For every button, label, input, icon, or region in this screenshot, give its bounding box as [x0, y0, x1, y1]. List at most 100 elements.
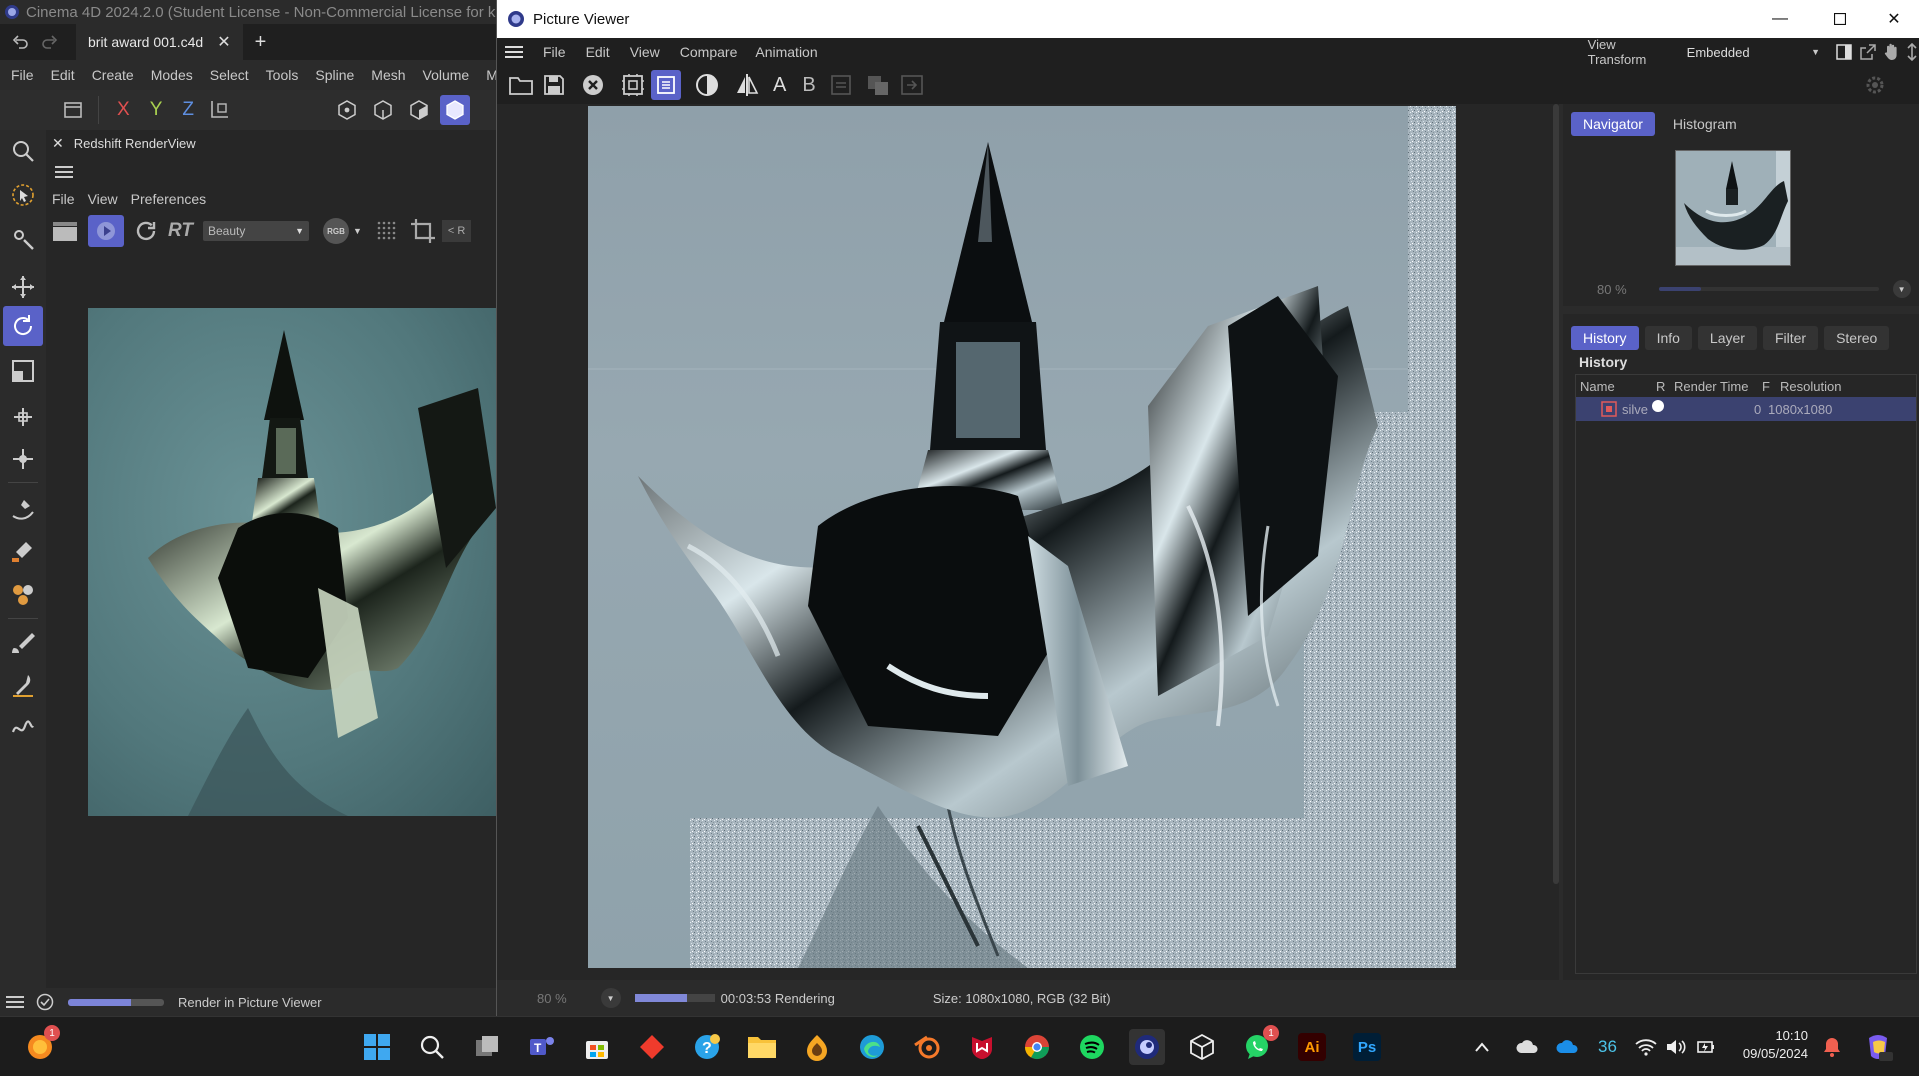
menu-mesh[interactable]: Mesh [371, 67, 405, 83]
anydesk-app-icon[interactable] [634, 1029, 670, 1065]
render-start-icon[interactable] [88, 215, 124, 247]
cloner-tool-icon[interactable] [6, 578, 40, 612]
menu-tools[interactable]: Tools [266, 67, 299, 83]
tab-info[interactable]: Info [1644, 326, 1692, 350]
pv-menu-animation[interactable]: Animation [755, 44, 817, 60]
pv-menu-edit[interactable]: Edit [586, 44, 610, 60]
menu-select[interactable]: Select [210, 67, 249, 83]
sketch-tool-icon[interactable] [6, 534, 40, 568]
photoshop-app-icon[interactable]: Ps [1349, 1029, 1385, 1065]
settings-tool-icon[interactable] [6, 222, 40, 256]
rs-menu-file[interactable]: File [52, 191, 75, 207]
menu-spline[interactable]: Spline [315, 67, 354, 83]
axis-x-button[interactable]: X [117, 99, 130, 121]
mcafee-app-icon[interactable] [964, 1029, 1000, 1065]
menu-create[interactable]: Create [92, 67, 134, 83]
canvas-scrollbar[interactable] [1553, 104, 1559, 884]
render-region-icon[interactable] [621, 73, 645, 97]
layout-icon[interactable] [62, 99, 84, 121]
rt-button[interactable]: RT [168, 220, 193, 242]
external-window-icon[interactable] [1860, 44, 1876, 60]
volume-icon[interactable] [1662, 1029, 1690, 1065]
firefox-app-icon[interactable]: 1 [22, 1025, 60, 1065]
clapperboard-icon[interactable] [50, 220, 80, 242]
layer-stack-icon[interactable] [866, 74, 890, 96]
compare-b-button[interactable]: B [802, 74, 815, 97]
check-circle-icon[interactable] [36, 993, 54, 1011]
pv-menu-view[interactable]: View [630, 44, 660, 60]
crop-icon[interactable] [410, 218, 436, 244]
swap-ab-icon[interactable] [830, 74, 852, 96]
snap-tool-icon[interactable] [6, 442, 40, 476]
pin-arrows-icon[interactable] [1904, 43, 1919, 61]
close-window-icon[interactable]: ✕ [1869, 0, 1919, 38]
menu-volume[interactable]: Volume [423, 67, 470, 83]
copilot-icon[interactable] [1860, 1029, 1896, 1065]
illustrator-app-icon[interactable]: Ai [1294, 1029, 1330, 1065]
table-row[interactable]: silve 0 1080x1080 [1576, 397, 1916, 421]
scale-tool-icon[interactable] [6, 354, 40, 388]
pv-menu-file[interactable]: File [543, 44, 566, 60]
teams-app-icon[interactable]: T [524, 1029, 560, 1065]
tab-navigator[interactable]: Navigator [1571, 112, 1655, 136]
search-icon[interactable] [6, 134, 40, 168]
knife-tool-icon[interactable] [6, 668, 40, 702]
onedrive-business-icon[interactable] [1552, 1029, 1582, 1065]
panel-layout-icon[interactable] [1836, 44, 1852, 60]
3d-viewer-icon[interactable] [1184, 1029, 1220, 1065]
navigator-thumbnail[interactable] [1675, 150, 1791, 266]
blender-app-icon[interactable] [909, 1029, 945, 1065]
menu-edit[interactable]: Edit [51, 67, 75, 83]
hand-pan-icon[interactable] [1884, 43, 1900, 61]
tab-stereo[interactable]: Stereo [1824, 326, 1890, 350]
edge-browser-icon[interactable] [854, 1029, 890, 1065]
onedrive-personal-icon[interactable] [1512, 1029, 1542, 1065]
notification-bell-icon[interactable] [1818, 1029, 1846, 1065]
add-tab-icon[interactable]: + [255, 31, 267, 54]
view-transform-dropdown[interactable]: Embedded ▼ [1680, 42, 1826, 62]
stop-render-icon[interactable] [581, 73, 605, 97]
col-resolution[interactable]: Resolution [1780, 379, 1841, 394]
export-frame-icon[interactable] [900, 74, 924, 96]
start-menu-icon[interactable] [359, 1029, 395, 1065]
save-icon[interactable] [543, 74, 565, 96]
status-menu-icon[interactable] [6, 995, 24, 1009]
pv-image-canvas[interactable] [497, 104, 1559, 980]
tab-histogram[interactable]: Histogram [1660, 112, 1749, 136]
region-button[interactable]: < R [441, 220, 472, 242]
cinema4d-taskbar-icon[interactable] [1129, 1029, 1165, 1065]
close-tab-icon[interactable]: ✕ [217, 32, 230, 52]
battery-charging-icon[interactable] [1692, 1029, 1720, 1065]
tab-history[interactable]: History [1571, 326, 1639, 350]
color-contrast-icon[interactable] [695, 73, 719, 97]
col-render[interactable]: R [1656, 379, 1674, 394]
settings-gear-icon[interactable] [1864, 74, 1886, 96]
point-mode-icon[interactable] [336, 99, 358, 121]
spline-pen-icon[interactable] [6, 492, 40, 526]
compare-a-button[interactable]: A [773, 74, 786, 97]
pv-hamburger-icon[interactable] [505, 45, 523, 59]
pv-menu-compare[interactable]: Compare [680, 44, 738, 60]
navigator-zoom-slider[interactable] [1658, 287, 1879, 291]
hamburger-menu-icon[interactable] [54, 162, 74, 182]
grid-dots-icon[interactable] [376, 220, 398, 242]
axis-y-button[interactable]: Y [150, 99, 163, 121]
col-frame[interactable]: F [1762, 379, 1780, 394]
rs-menu-view[interactable]: View [88, 191, 118, 207]
fl-studio-icon[interactable] [799, 1029, 835, 1065]
render-active-view-icon[interactable] [651, 70, 681, 100]
rotate-tool-icon[interactable] [3, 306, 43, 346]
coordinate-system-icon[interactable] [208, 99, 232, 121]
menu-file[interactable]: File [11, 67, 34, 83]
model-mode-icon[interactable] [439, 95, 470, 125]
taskbar-search-icon[interactable] [414, 1029, 450, 1065]
col-render-time[interactable]: Render Time [1674, 379, 1762, 394]
task-view-icon[interactable] [469, 1029, 505, 1065]
maximize-icon[interactable] [1815, 0, 1865, 38]
navigator-zoom-dropdown-icon[interactable]: ▼ [1892, 280, 1911, 298]
status-zoom-dropdown-icon[interactable]: ▼ [600, 988, 621, 1008]
axis-z-button[interactable]: Z [182, 99, 194, 121]
chrome-browser-icon[interactable] [1019, 1029, 1055, 1065]
rs-menu-preferences[interactable]: Preferences [131, 191, 206, 207]
spline-smooth-icon[interactable] [6, 708, 40, 742]
